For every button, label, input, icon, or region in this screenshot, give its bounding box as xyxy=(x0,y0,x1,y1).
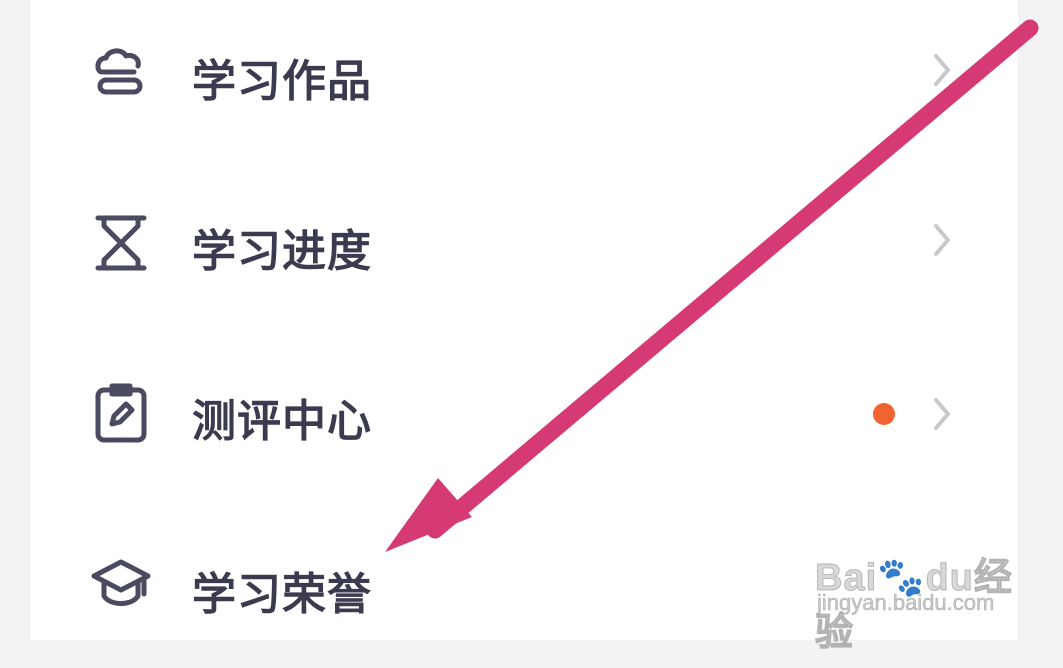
menu-item-label: 测评中心 xyxy=(192,396,372,447)
menu-item-label: 学习进度 xyxy=(192,226,372,277)
watermark-url: jingyan.baidu.com xyxy=(817,590,995,616)
menu-item-label: 学习作品 xyxy=(192,56,372,107)
chevron-right-icon xyxy=(930,220,954,260)
chevron-right-icon xyxy=(930,50,954,90)
menu-item-learning-works[interactable]: 学习作品 xyxy=(30,0,1018,158)
clipboard-edit-icon xyxy=(90,382,152,444)
menu-item-label: 学习荣誉 xyxy=(192,569,372,620)
menu-item-learning-progress[interactable]: 学习进度 xyxy=(30,158,1018,328)
graduation-cap-icon xyxy=(90,554,152,616)
hourglass-icon xyxy=(90,212,152,274)
notification-dot xyxy=(873,403,895,425)
chevron-right-icon xyxy=(930,394,954,434)
baidu-jingyan-watermark: Bai🐾du经验 jingyan.baidu.com xyxy=(815,540,1015,655)
menu-item-assessment-center[interactable]: 测评中心 xyxy=(30,328,1018,498)
cloud-icon xyxy=(90,42,152,104)
